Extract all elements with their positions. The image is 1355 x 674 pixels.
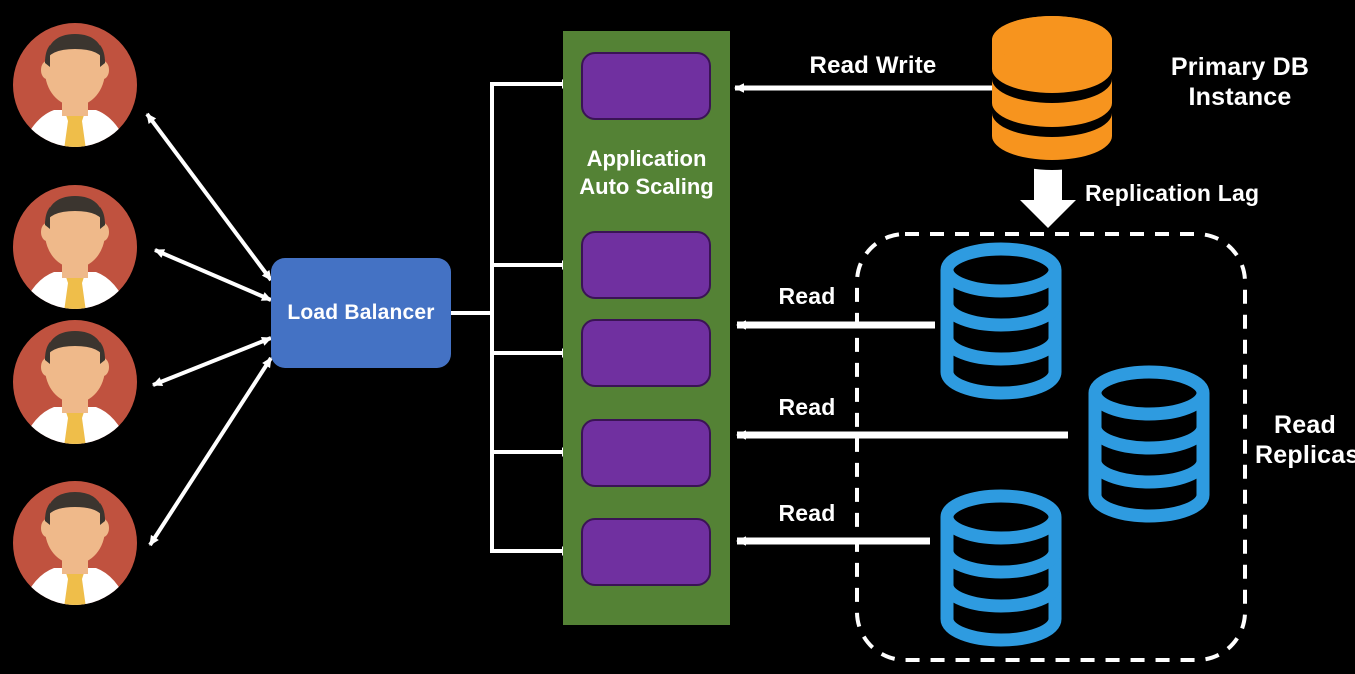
arrow-replication-lag	[1020, 168, 1076, 228]
link-app-2	[490, 260, 572, 313]
user-4-avatar	[13, 481, 137, 605]
loadbalancer-app-links	[451, 79, 572, 556]
read-replica-2-icon	[1088, 365, 1210, 523]
read-replica-3-icon	[940, 489, 1062, 647]
link-user-4	[148, 356, 273, 547]
primary-db-label: Primary DB Instance	[1170, 53, 1310, 111]
link-app-4	[490, 313, 572, 457]
primary-db-icon	[992, 16, 1112, 170]
app-instance-2[interactable]	[581, 231, 711, 299]
read-middle-label: Read	[778, 394, 836, 420]
read-replicas-label: Read Replicas	[1255, 411, 1355, 469]
app-instance-3[interactable]	[581, 319, 711, 387]
read-bottom-label: Read	[778, 500, 836, 526]
user-loadbalancer-links	[145, 112, 273, 547]
replication-lag-label: Replication Lag	[1085, 180, 1260, 206]
app-instance-4[interactable]	[581, 419, 711, 487]
auto-scaling-label: Application Auto Scaling	[579, 146, 714, 199]
link-user-3	[152, 336, 272, 387]
user-2-avatar	[13, 185, 137, 309]
load-balancer-label: Load Balancer	[287, 301, 435, 324]
read-write-label: Read Write	[809, 52, 937, 79]
app-instance-1[interactable]	[581, 52, 711, 120]
read-replica-1-icon	[940, 242, 1062, 400]
user-1-avatar	[13, 23, 137, 147]
load-balancer-node[interactable]: Load Balancer	[271, 258, 451, 368]
architecture-diagram: Load Balancer Application Auto Scaling R…	[0, 0, 1355, 674]
user-3-avatar	[13, 320, 137, 444]
app-instance-5[interactable]	[581, 518, 711, 586]
read-top-label: Read	[778, 283, 836, 309]
link-app-5	[490, 313, 572, 556]
link-app-1	[490, 79, 572, 313]
link-app-3	[490, 313, 572, 358]
